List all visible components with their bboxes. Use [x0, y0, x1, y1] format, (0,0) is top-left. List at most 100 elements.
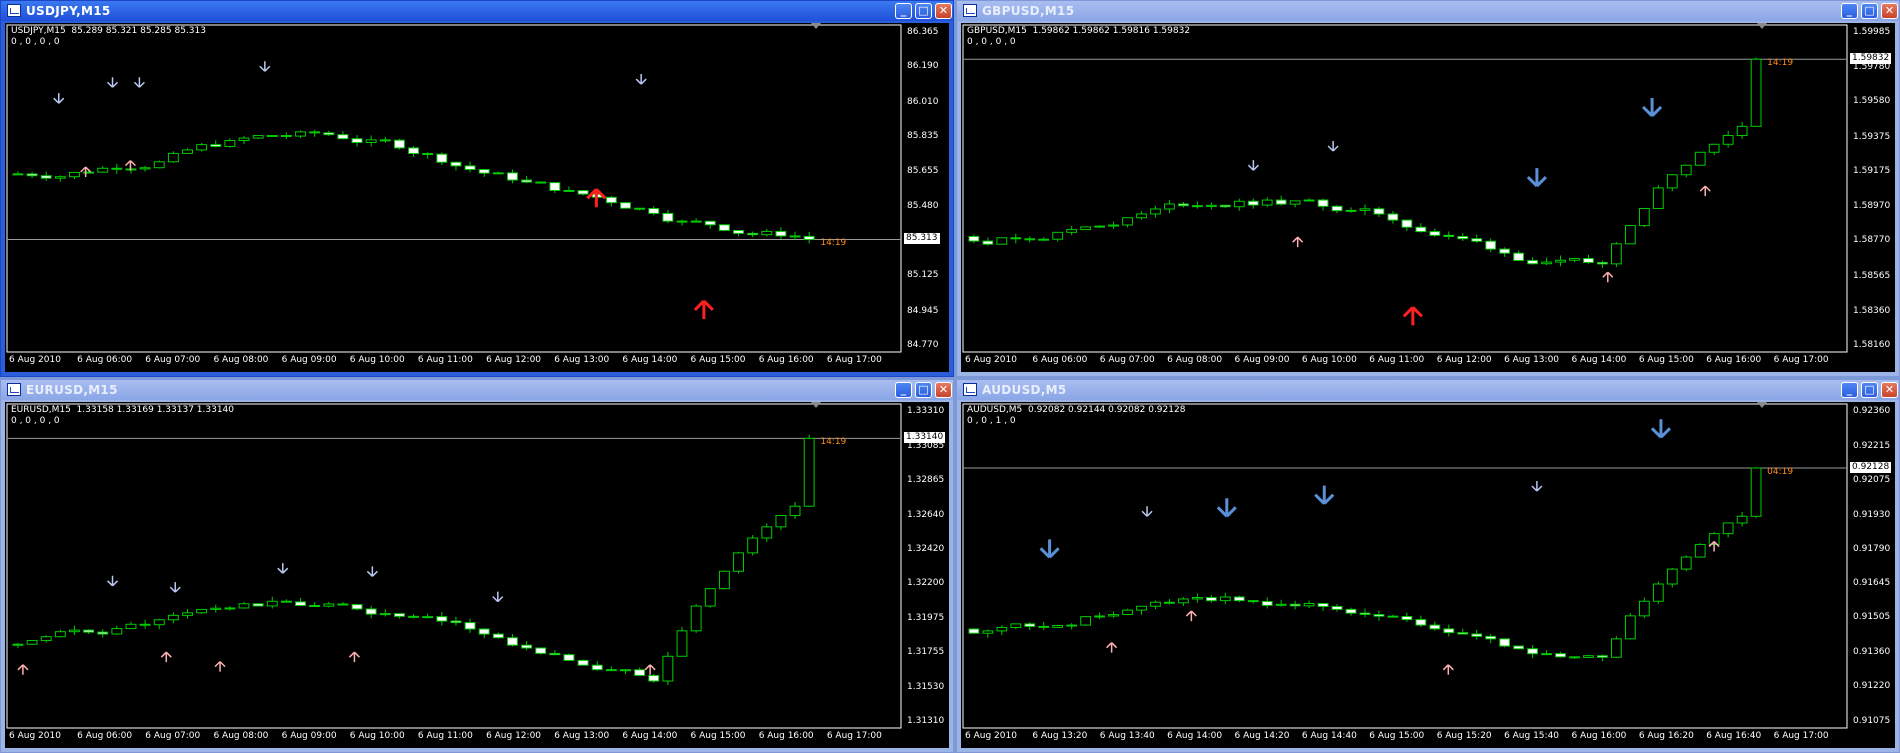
candle — [1708, 143, 1720, 156]
maximize-button[interactable]: □ — [915, 3, 932, 19]
chart-area[interactable]: 0.92360 0.92215 0.92075 0.91930 0.91790 0.916… — [961, 402, 1895, 748]
sell-signal-arrow-icon — [106, 575, 119, 587]
chart-window-audusd[interactable]: AUDUSD,M5 _ □ ✕ 0.92360 0.92215 0.92075 0.91930… — [956, 379, 1900, 753]
minimize-button[interactable]: _ — [895, 3, 912, 19]
chart-area[interactable]: 1.59985 1.59780 1.59580 1.59375 1.59175 1.589… — [961, 23, 1895, 372]
candle — [1317, 198, 1329, 211]
candle — [54, 175, 66, 182]
chart-shift-marker-icon[interactable] — [1757, 23, 1767, 29]
candle — [803, 231, 815, 244]
x-axis-tick-label: 6 Aug 06:00 — [77, 355, 133, 365]
maximize-button[interactable]: □ — [1861, 3, 1878, 19]
candle — [1205, 594, 1217, 603]
sell-signal-arrow-icon — [169, 582, 181, 593]
candle — [1485, 238, 1497, 253]
candle — [733, 229, 744, 237]
x-axis-tick-label: 6 Aug 17:00 — [826, 731, 882, 741]
candle — [1611, 636, 1622, 658]
candle — [1555, 255, 1566, 267]
candle — [492, 171, 504, 175]
y-axis-tick-label: 85.655 — [907, 166, 939, 177]
candle — [26, 640, 38, 645]
x-axis-tick-label: 6 Aug 16:00 — [1706, 355, 1762, 365]
candle — [1164, 200, 1175, 214]
buy-signal-arrow-icon — [693, 299, 714, 319]
minimize-button[interactable]: _ — [895, 382, 912, 398]
close-button[interactable]: ✕ — [935, 382, 952, 398]
candle — [450, 161, 462, 171]
chart-frame — [6, 24, 902, 353]
candle — [1638, 597, 1650, 619]
candle — [1750, 466, 1762, 518]
chart-shift-marker-icon[interactable] — [1757, 402, 1767, 408]
price-chart[interactable] — [5, 402, 951, 750]
candle — [309, 602, 321, 608]
close-button[interactable]: ✕ — [1881, 3, 1898, 19]
title-bar[interactable]: EURUSD,M15 _ □ ✕ — [1, 380, 953, 400]
candle — [1722, 130, 1734, 148]
candle — [1205, 202, 1217, 210]
bar-timer: 04:19 — [1767, 466, 1794, 477]
title-bar[interactable]: GBPUSD,M15 _ □ ✕ — [957, 1, 1899, 21]
minimize-button[interactable]: _ — [1841, 3, 1858, 19]
x-axis-tick-label: 6 Aug 16:20 — [1638, 731, 1694, 741]
y-axis-tick-label: 84.770 — [907, 340, 939, 350]
close-button[interactable]: ✕ — [1881, 382, 1898, 398]
chart-window-icon — [7, 383, 21, 396]
candle — [1541, 257, 1552, 266]
chart-shift-marker-icon[interactable] — [811, 23, 821, 29]
minimize-icon: _ — [900, 383, 907, 396]
chart-window-icon — [963, 383, 977, 396]
y-axis-tick-label: 1.32420 — [907, 543, 945, 554]
minimize-button[interactable]: _ — [1841, 382, 1858, 398]
y-axis-tick-label: 1.59375 — [1853, 131, 1891, 142]
candle — [1066, 623, 1078, 630]
candle — [521, 175, 533, 184]
y-axis-tick-label: 1.32640 — [907, 509, 945, 520]
x-axis-tick-label: 6 Aug 12:00 — [486, 355, 542, 365]
chart-window-usdjpy[interactable]: USDJPY,M15 _ □ ✕ 86.365 86.190 86.010 85.835 85.… — [0, 0, 954, 377]
x-axis-tick-label: 6 Aug 12:00 — [1436, 355, 1492, 365]
candle — [563, 653, 575, 662]
chart-area[interactable]: 1.33310 1.33085 1.32865 1.32640 1.32420 1.322… — [5, 402, 949, 748]
y-axis-tick-label: 86.365 — [907, 27, 939, 37]
chart-window-gbpusd[interactable]: GBPUSD,M15 _ □ ✕ 1.59985 1.59780 1.59580 1.5937… — [956, 0, 1900, 377]
y-axis-tick-label: 0.91220 — [1853, 681, 1891, 692]
candle — [563, 186, 575, 192]
buy-signal-arrow-icon — [1185, 610, 1197, 622]
candle — [167, 151, 179, 163]
sell-signal-arrow-icon — [1141, 506, 1153, 517]
x-axis-tick-label: 6 Aug 2010 — [9, 355, 61, 365]
candle — [153, 618, 165, 630]
window-title: GBPUSD,M15 — [982, 4, 1075, 18]
sell-signal-arrow-icon — [1650, 419, 1672, 439]
buy-signal-arrow-icon — [644, 664, 656, 675]
title-bar[interactable]: AUDUSD,M5 _ □ ✕ — [957, 380, 1899, 400]
candle — [1694, 543, 1706, 558]
maximize-button[interactable]: □ — [915, 382, 932, 398]
candle — [97, 165, 109, 173]
maximize-button[interactable]: □ — [1861, 382, 1878, 398]
close-button[interactable]: ✕ — [935, 3, 952, 19]
candle — [83, 629, 95, 635]
maximize-icon: □ — [918, 383, 929, 396]
x-axis-tick-label: 6 Aug 11:00 — [1369, 355, 1425, 365]
chart-frame — [6, 403, 902, 729]
x-axis-tick-label: 6 Aug 08:00 — [213, 731, 269, 741]
chart-shift-marker-icon[interactable] — [811, 402, 821, 408]
price-chart[interactable] — [961, 23, 1897, 374]
x-axis-tick-label: 6 Aug 10:00 — [349, 731, 405, 741]
sell-signal-arrow-icon — [635, 74, 647, 85]
candle — [662, 209, 674, 224]
buy-signal-arrow-icon — [1442, 664, 1454, 675]
candle — [1513, 250, 1525, 262]
title-bar[interactable]: USDJPY,M15 _ □ ✕ — [1, 1, 953, 21]
chart-window-eurusd[interactable]: EURUSD,M15 _ □ ✕ 1.33310 1.33085 1.32865 1.3264… — [0, 379, 954, 753]
candle — [521, 641, 533, 651]
candle — [1583, 654, 1594, 658]
candle — [535, 647, 547, 655]
x-axis-tick-label: 6 Aug 08:00 — [1167, 355, 1223, 365]
chart-area[interactable]: 86.365 86.190 86.010 85.835 85.655 85.480 85.3… — [5, 23, 949, 372]
price-chart[interactable] — [961, 402, 1897, 750]
price-chart[interactable] — [5, 23, 951, 374]
